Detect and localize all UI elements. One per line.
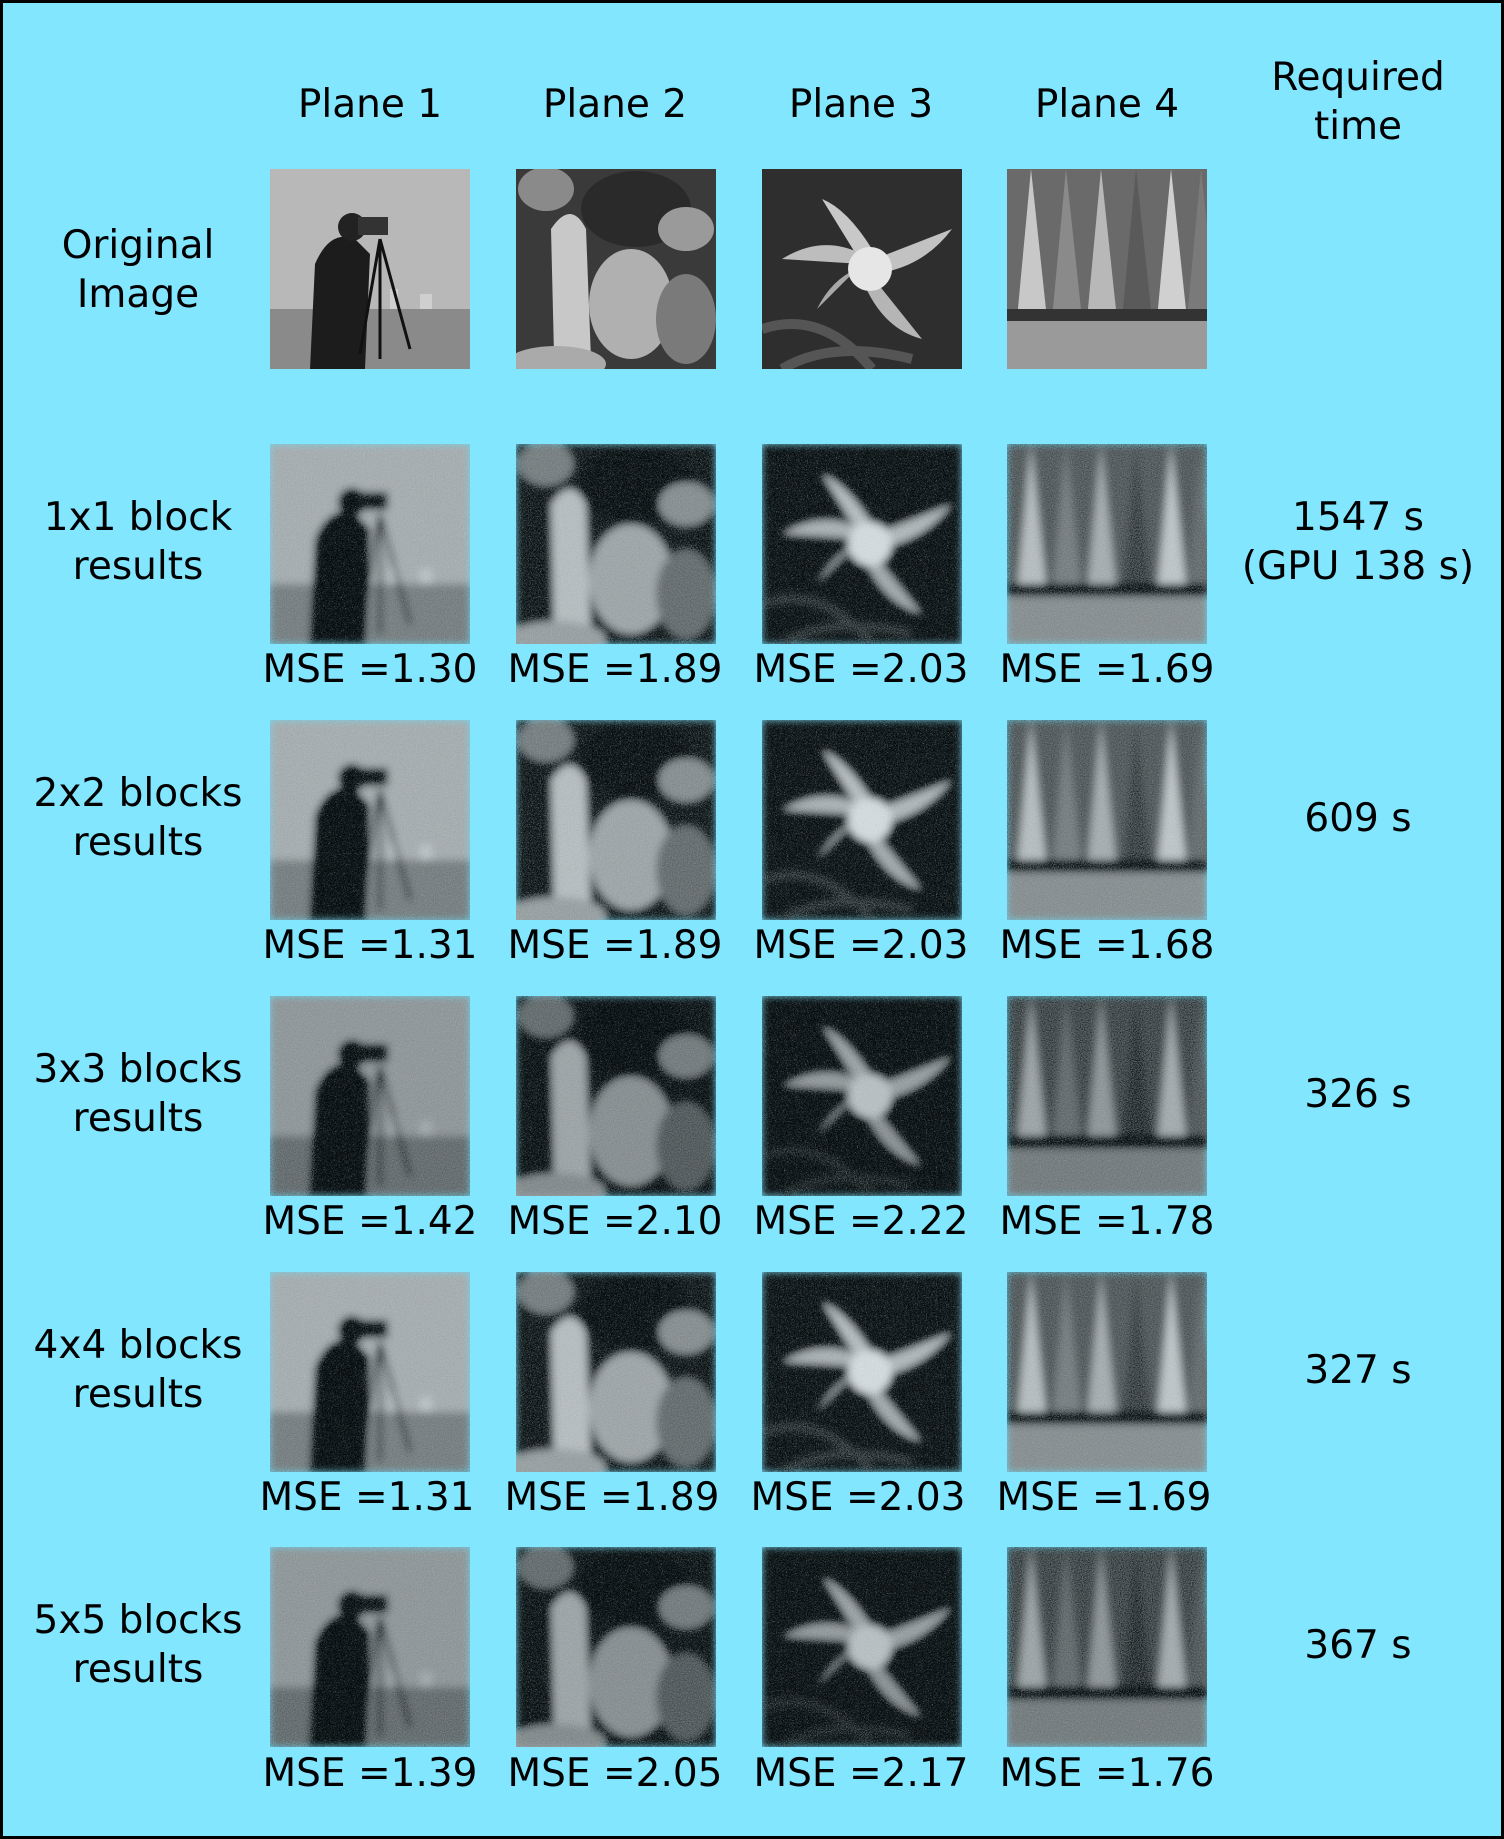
sailboats-5x5-image: [1007, 1547, 1207, 1747]
time-4x4: 327 s: [1304, 1348, 1412, 1393]
mse-5x5-plane-2: MSE =2.05: [507, 1751, 723, 1796]
row-label-original-image: Original Image: [61, 223, 215, 317]
row-label-3x3-blocks: 3x3 blocks results: [33, 1047, 243, 1141]
mse-1x1-plane-1: MSE =1.30: [262, 647, 478, 692]
sailboats-3x3-image: [1007, 996, 1207, 1196]
mse-3x3-plane-1: MSE =1.42: [262, 1199, 478, 1244]
mse-4x4-plane-1: MSE =1.31: [259, 1475, 475, 1520]
sailboats-2x2-image: [1007, 720, 1207, 920]
peppers-1x1-image: [516, 444, 716, 644]
mse-2x2-plane-3: MSE =2.03: [753, 923, 969, 968]
mse-1x1-plane-3: MSE =2.03: [753, 647, 969, 692]
mse-4x4-plane-4: MSE =1.69: [996, 1475, 1212, 1520]
time-5x5: 367 s: [1304, 1623, 1412, 1668]
flower-4x4-image: [762, 1272, 962, 1472]
sailboats-4x4-image: [1007, 1272, 1207, 1472]
column-header-required-time: Required time: [1271, 55, 1445, 149]
mse-3x3-plane-4: MSE =1.78: [999, 1199, 1215, 1244]
cameraman-3x3-image: [270, 996, 470, 1196]
figure-panel: Plane 1 Plane 2 Plane 3 Plane 4 Required…: [0, 0, 1504, 1839]
cameraman-4x4-image: [270, 1272, 470, 1472]
mse-2x2-plane-4: MSE =1.68: [999, 923, 1215, 968]
sailboats-original-image: [1007, 169, 1207, 369]
sailboats-1x1-image: [1007, 444, 1207, 644]
flower-original-image: [762, 169, 962, 369]
mse-5x5-plane-1: MSE =1.39: [262, 1751, 478, 1796]
cameraman-1x1-image: [270, 444, 470, 644]
column-header-plane-2: Plane 2: [542, 82, 688, 127]
mse-5x5-plane-4: MSE =1.76: [999, 1751, 1215, 1796]
flower-1x1-image: [762, 444, 962, 644]
cameraman-original-image: [270, 169, 470, 369]
mse-4x4-plane-3: MSE =2.03: [750, 1475, 966, 1520]
time-1x1: 1547 s (GPU 138 s): [1241, 495, 1475, 589]
row-label-4x4-blocks: 4x4 blocks results: [33, 1323, 243, 1417]
column-header-plane-1: Plane 1: [297, 82, 443, 127]
flower-5x5-image: [762, 1547, 962, 1747]
peppers-4x4-image: [516, 1272, 716, 1472]
mse-2x2-plane-1: MSE =1.31: [262, 923, 478, 968]
mse-4x4-plane-2: MSE =1.89: [504, 1475, 720, 1520]
mse-2x2-plane-2: MSE =1.89: [507, 923, 723, 968]
row-label-1x1-block: 1x1 block results: [43, 495, 233, 589]
row-label-2x2-blocks: 2x2 blocks results: [33, 771, 243, 865]
mse-3x3-plane-3: MSE =2.22: [753, 1199, 969, 1244]
peppers-5x5-image: [516, 1547, 716, 1747]
cameraman-5x5-image: [270, 1547, 470, 1747]
column-header-plane-4: Plane 4: [1034, 82, 1180, 127]
time-3x3: 326 s: [1304, 1072, 1412, 1117]
time-2x2: 609 s: [1304, 796, 1412, 841]
mse-1x1-plane-2: MSE =1.89: [507, 647, 723, 692]
flower-2x2-image: [762, 720, 962, 920]
row-label-5x5-blocks: 5x5 blocks results: [33, 1598, 243, 1692]
mse-1x1-plane-4: MSE =1.69: [999, 647, 1215, 692]
column-header-plane-3: Plane 3: [788, 82, 934, 127]
peppers-3x3-image: [516, 996, 716, 1196]
mse-3x3-plane-2: MSE =2.10: [507, 1199, 723, 1244]
cameraman-2x2-image: [270, 720, 470, 920]
flower-3x3-image: [762, 996, 962, 1196]
peppers-original-image: [516, 169, 716, 369]
peppers-2x2-image: [516, 720, 716, 920]
mse-5x5-plane-3: MSE =2.17: [753, 1751, 969, 1796]
